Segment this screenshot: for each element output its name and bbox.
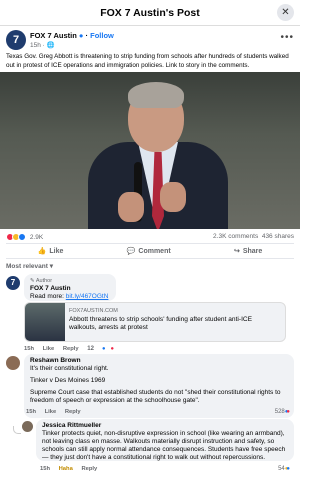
commenter-name[interactable]: FOX 7 Austin: [30, 285, 110, 293]
comments-count[interactable]: 2.3K comments: [213, 233, 258, 240]
post-time[interactable]: 15h: [30, 42, 41, 49]
link-preview-card[interactable]: FOX7AUSTIN.COM Abbott threatens to strip…: [24, 302, 286, 342]
comment-reaction-count[interactable]: 528: [275, 409, 285, 415]
comment-meta: 15h Like Reply: [26, 409, 88, 415]
author-badge-icon: ✎: [30, 278, 35, 284]
link-source: FOX7AUSTIN.COM: [69, 308, 118, 314]
comment-reaction-count[interactable]: 12: [87, 346, 94, 352]
link-thumbnail: [25, 303, 65, 341]
comment-like-button[interactable]: Like: [43, 346, 55, 352]
shares-count[interactable]: 436 shares: [262, 233, 294, 240]
more-options-icon[interactable]: •••: [280, 32, 294, 43]
comment-text: Supreme Court case that established stud…: [30, 389, 281, 404]
like-reaction-icon: ●: [101, 346, 106, 352]
post-dialog-header: FOX 7 Austin's Post ✕: [0, 0, 300, 26]
author-tag: Author: [35, 278, 53, 284]
comment-text: Read more:: [30, 293, 64, 300]
post-text: Texas Gov. Greg Abbott is threatening to…: [6, 53, 289, 69]
follow-button[interactable]: Follow: [90, 31, 114, 40]
comment-text: Tinker protects quiet, non-disruptive ex…: [42, 430, 286, 461]
comment-link[interactable]: bit.ly/467OGtN: [66, 293, 109, 300]
comment-reply-button[interactable]: Reply: [63, 346, 79, 352]
avatar[interactable]: [6, 356, 20, 370]
comment-reaction-count[interactable]: 54: [278, 466, 285, 472]
post-photo[interactable]: [0, 72, 300, 229]
page-name[interactable]: FOX 7 Austin: [30, 31, 77, 40]
comment-reply-button[interactable]: Reply: [65, 409, 81, 415]
dialog-title: FOX 7 Austin's Post: [100, 7, 200, 19]
avatar[interactable]: 7: [6, 276, 20, 290]
link-headline: Abbott threatens to strip schools' fundi…: [69, 316, 253, 331]
post-actions: 👍 Like 💬 Comment ↪ Share: [6, 243, 294, 259]
like-reaction-icon: ●: [286, 466, 290, 472]
reaction-count[interactable]: 2.9K: [30, 234, 43, 241]
comment-text: Tinker v Des Moines 1969: [30, 377, 106, 384]
like-button[interactable]: 👍 Like: [38, 247, 64, 255]
love-reaction-icon: ●: [110, 346, 114, 352]
comment-icon: 💬: [126, 248, 136, 255]
comment-reply-button[interactable]: Reply: [81, 466, 97, 472]
page-avatar[interactable]: 7: [6, 30, 26, 50]
comment-text: It's their constitutional right.: [30, 365, 109, 372]
sort-dropdown[interactable]: Most relevant ▾: [6, 262, 53, 270]
commenter-name[interactable]: Jessica Rittmueller: [42, 422, 288, 430]
post-header: 7 FOX 7 Austin ● · Follow 15h · 🌐 •••: [6, 30, 294, 52]
commenter-name[interactable]: Reshawn Brown: [30, 357, 288, 365]
love-reaction-icon: ●: [286, 409, 290, 415]
share-icon: ↪: [233, 248, 240, 255]
like-reaction-icon: [18, 233, 26, 241]
comment-meta: 15h Like Reply 12 ● ●: [24, 346, 121, 352]
comment-bubble: Jessica Rittmueller Tinker protects quie…: [36, 419, 294, 461]
comment-time[interactable]: 15h: [24, 346, 34, 352]
comment-button[interactable]: 💬 Comment: [127, 247, 171, 255]
thumbs-up-icon: 👍: [37, 248, 47, 255]
verified-icon: ●: [78, 31, 84, 40]
post-stats: 2.9K 2.3K comments 436 shares: [6, 233, 294, 243]
avatar[interactable]: [22, 421, 33, 432]
comment-bubble: ✎ Author FOX 7 Austin Read more: bit.ly/…: [24, 274, 116, 301]
reply-thread-line: [13, 426, 21, 434]
share-button[interactable]: ↪ Share: [234, 247, 262, 255]
comment-haha-button[interactable]: Haha: [59, 466, 73, 472]
comment-time[interactable]: 15h: [40, 466, 50, 472]
comment-like-button[interactable]: Like: [45, 409, 57, 415]
comment-meta: 15h Haha Reply: [40, 466, 104, 472]
close-icon[interactable]: ✕: [277, 4, 294, 21]
globe-icon: 🌐: [46, 42, 55, 49]
comment-time[interactable]: 15h: [26, 409, 36, 415]
